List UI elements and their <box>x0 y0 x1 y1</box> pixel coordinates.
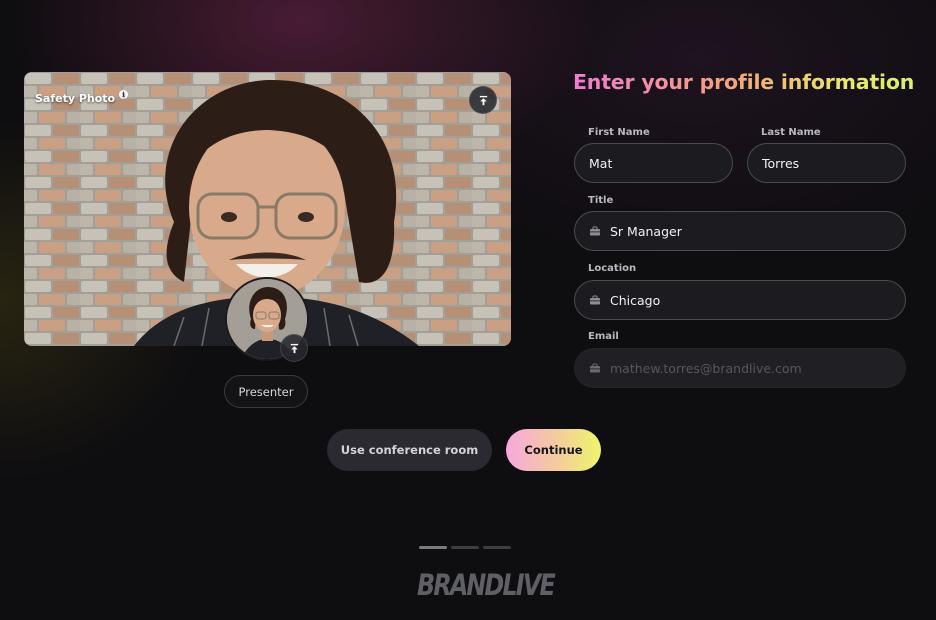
upload-avatar-button[interactable] <box>280 334 308 362</box>
email-label: Email <box>588 331 619 342</box>
last-name-label: Last Name <box>761 127 821 138</box>
first-name-value: Mat <box>589 155 613 171</box>
step-1 <box>419 546 447 549</box>
first-name-label: First Name <box>588 127 650 138</box>
briefcase-icon <box>590 363 600 373</box>
email-field: mathew.torres@brandlive.com <box>574 348 906 388</box>
upload-photo-button[interactable] <box>469 86 497 114</box>
briefcase-icon <box>590 226 600 236</box>
safety-photo-label: Safety Photo i <box>35 90 129 105</box>
step-3 <box>483 546 511 549</box>
title-value: Sr Manager <box>610 223 682 239</box>
info-icon[interactable]: i <box>119 90 129 99</box>
last-name-field[interactable]: Torres <box>747 143 906 183</box>
email-value: mathew.torres@brandlive.com <box>610 360 802 376</box>
last-name-value: Torres <box>762 155 800 171</box>
step-2 <box>451 546 479 549</box>
upload-icon <box>290 343 298 353</box>
title-field[interactable]: Sr Manager <box>574 211 906 251</box>
step-indicator <box>419 546 511 549</box>
briefcase-icon <box>590 295 600 305</box>
location-field[interactable]: Chicago <box>574 280 906 320</box>
first-name-field[interactable]: Mat <box>574 143 733 183</box>
location-value: Chicago <box>610 292 661 308</box>
page-title: Enter your profile information <box>573 70 915 94</box>
use-conference-room-button[interactable]: Use conference room <box>327 429 492 471</box>
safety-photo-text: Safety Photo <box>35 92 116 105</box>
upload-icon <box>479 95 487 105</box>
title-label: Title <box>588 195 614 206</box>
continue-button[interactable]: Continue <box>506 429 601 471</box>
brand-logo: BRANDLIVE <box>417 568 556 602</box>
location-label: Location <box>588 263 637 274</box>
presenter-badge: Presenter <box>224 375 308 408</box>
